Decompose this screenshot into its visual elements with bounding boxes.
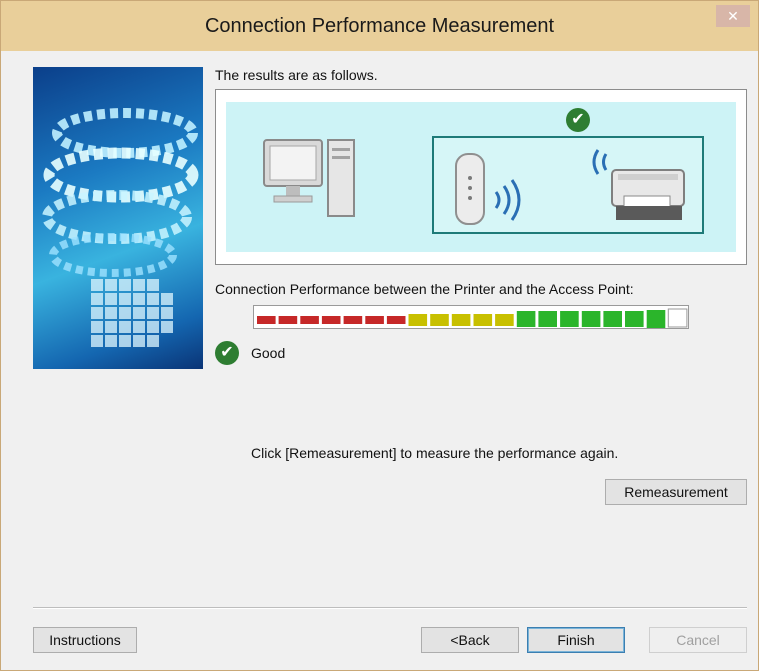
meter-segment-filled — [343, 316, 363, 324]
meter-segment-filled — [646, 310, 666, 328]
dialog-content: The results are as follows. ✔ Connection… — [9, 51, 750, 663]
access-point-icon — [448, 150, 538, 230]
printer-icon — [582, 144, 702, 230]
meter-segment-filled — [278, 316, 298, 324]
close-button[interactable]: ✕ — [716, 5, 750, 27]
signal-strength-meter — [253, 305, 689, 329]
back-button[interactable]: <Back — [421, 627, 519, 653]
meter-segment-filled — [430, 314, 449, 326]
meter-segment-filled — [538, 311, 557, 327]
meter-segment-filled — [581, 311, 601, 327]
meter-segment-filled — [257, 316, 276, 324]
meter-segment-filled — [560, 311, 579, 327]
meter-segment-filled — [386, 316, 406, 324]
title-bar: Connection Performance Measurement ✕ — [1, 1, 758, 51]
check-circle-icon: ✔ — [215, 341, 239, 365]
dialog-window: Connection Performance Measurement ✕ The… — [0, 0, 759, 671]
window-title: Connection Performance Measurement — [204, 15, 555, 37]
diagram-background: ✔ — [226, 102, 736, 252]
banner-image — [33, 67, 203, 369]
meter-segment-filled — [495, 314, 514, 326]
meter-segment-filled — [516, 311, 536, 327]
finish-button[interactable]: Finish — [527, 627, 625, 653]
remeasure-hint: Click [Remeasurement] to measure the per… — [251, 445, 619, 461]
access-point-printer-group — [432, 136, 704, 234]
status-text: Good — [251, 345, 286, 361]
meter-segment-filled — [451, 314, 471, 326]
meter-segment-filled — [300, 316, 319, 324]
cancel-button: Cancel — [649, 627, 747, 653]
remeasurement-button[interactable]: Remeasurement — [605, 479, 747, 505]
footer-separator — [33, 607, 747, 609]
computer-icon — [260, 136, 370, 226]
meter-segment-filled — [365, 316, 384, 324]
meter-segment-filled — [473, 314, 493, 326]
meter-segment-filled — [625, 311, 644, 327]
meter-segment-filled — [321, 316, 341, 324]
meter-segment-filled — [603, 311, 622, 327]
results-label: The results are as follows. — [215, 67, 378, 83]
meter-segments — [257, 308, 688, 328]
performance-label: Connection Performance between the Print… — [215, 281, 634, 297]
instructions-button[interactable]: Instructions — [33, 627, 137, 653]
connection-diagram: ✔ — [215, 89, 747, 265]
meter-segment-filled — [408, 314, 428, 326]
connection-ok-check-icon: ✔ — [566, 108, 590, 132]
meter-segment-empty — [667, 308, 688, 328]
